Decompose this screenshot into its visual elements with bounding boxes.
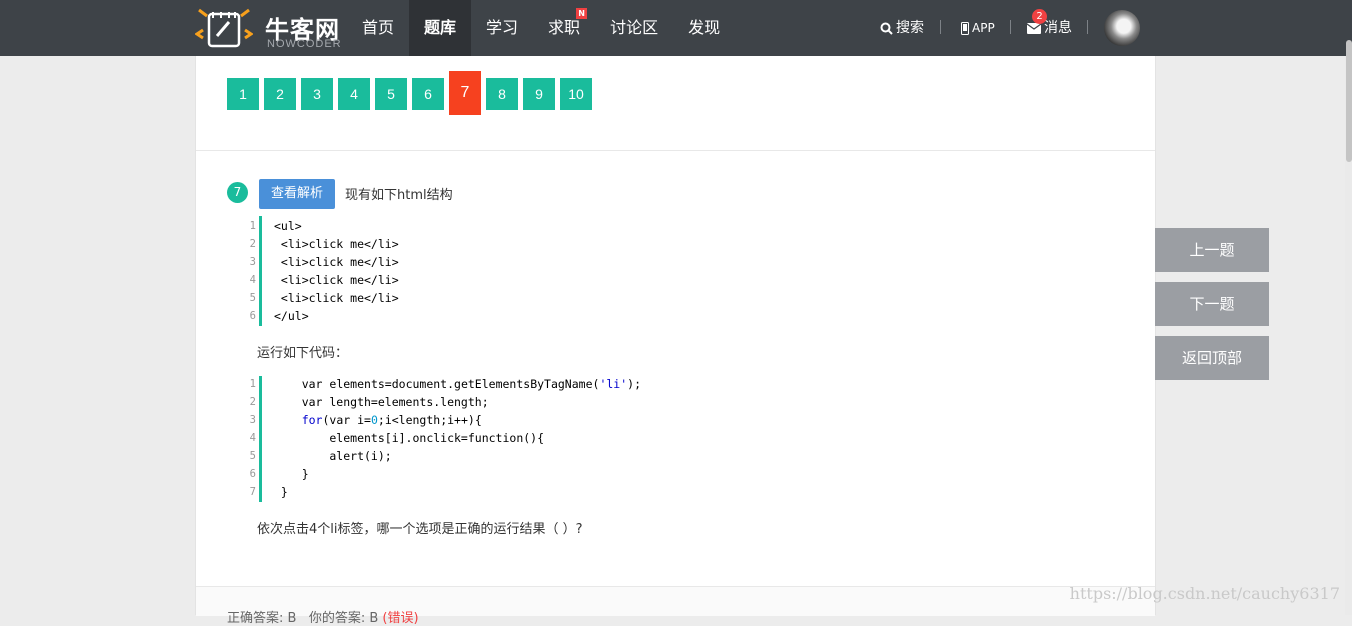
next-question-button[interactable]: 下一题: [1155, 282, 1269, 326]
code-line: <li>click me</li>: [274, 237, 399, 251]
code-line: elements[i].onclick=function(){: [274, 431, 545, 445]
mail-icon: [1026, 22, 1042, 34]
line-number: 6: [249, 310, 256, 322]
new-badge: N: [576, 8, 588, 19]
scrollbar-thumb[interactable]: [1346, 40, 1352, 162]
logo-icon: [195, 8, 253, 48]
page-10-button[interactable]: 10: [560, 78, 592, 110]
page-4-button[interactable]: 4: [338, 78, 370, 110]
nav-discover[interactable]: 发现: [673, 0, 735, 56]
section-divider: [196, 150, 1155, 151]
nav-home[interactable]: 首页: [347, 0, 409, 56]
line-number: 3: [249, 256, 256, 268]
main-nav: 首页 题库 学习 求职 N 讨论区 发现: [347, 0, 735, 56]
line-number: 4: [249, 432, 256, 444]
nav-question-bank[interactable]: 题库: [409, 0, 472, 56]
answer-strip: 正确答案: B 你的答案: B (错误): [196, 586, 1155, 626]
code-line: <li>click me</li>: [274, 291, 399, 305]
code-line: }: [274, 467, 309, 481]
code-line: </ul>: [274, 309, 309, 323]
line-number: 6: [249, 468, 256, 480]
js-code-block: 1 var elements=document.getElementsByTag…: [250, 376, 641, 502]
view-analysis-button[interactable]: 查看解析: [259, 179, 335, 209]
line-number: 2: [249, 396, 256, 408]
your-answer: 你的答案: B: [308, 611, 379, 626]
nav-discussion[interactable]: 讨论区: [595, 0, 673, 56]
code-line: alert(i);: [274, 449, 392, 463]
divider: [1010, 20, 1011, 34]
line-number: 3: [249, 414, 256, 426]
answer-summary: 正确答案: B 你的答案: B (错误): [227, 607, 419, 626]
top-navbar: 牛客网 NOWCODER 首页 题库 学习 求职 N 讨论区 发现 搜索 APP …: [0, 0, 1352, 56]
code-line: var length=elements.length;: [274, 395, 489, 409]
code-line: }: [274, 485, 288, 499]
page-6-button[interactable]: 6: [412, 78, 444, 110]
code-line: <ul>: [274, 219, 302, 233]
logo-subtext: NOWCODER: [267, 38, 342, 50]
page-3-button[interactable]: 3: [301, 78, 333, 110]
search-icon: [880, 22, 893, 35]
question-card: 1 2 3 4 5 6 7 8 9 10 7 查看解析 现有如下html结构 1…: [195, 56, 1156, 626]
page-5-button[interactable]: 5: [375, 78, 407, 110]
answer-status: (错误): [382, 611, 419, 626]
correct-answer: 正确答案: B: [227, 611, 297, 626]
divider: [1087, 20, 1088, 34]
code-line: <li>click me</li>: [274, 255, 399, 269]
nav-learning[interactable]: 学习: [471, 0, 533, 56]
code-line: <li>click me</li>: [274, 273, 399, 287]
question-title: 现有如下html结构: [345, 188, 453, 203]
html-code-block: 1 <ul> 2 <li>click me</li> 3 <li>click m…: [250, 216, 399, 326]
line-number: 5: [249, 292, 256, 304]
phone-icon: [961, 22, 969, 35]
nav-jobs[interactable]: 求职 N: [533, 0, 595, 56]
question-number: 7: [227, 182, 248, 203]
app-link[interactable]: APP: [961, 0, 995, 56]
prev-question-button[interactable]: 上一题: [1155, 228, 1269, 272]
divider: [940, 20, 941, 34]
line-number: 1: [249, 220, 256, 232]
message-count-badge: 2: [1032, 9, 1047, 24]
page-9-button[interactable]: 9: [523, 78, 555, 110]
line-number: 1: [249, 378, 256, 390]
run-label: 运行如下代码：: [257, 346, 349, 361]
code-line: var elements=document.getElementsByTagNa…: [301, 377, 641, 391]
code-line: for(var i=0;i<length;i++){: [301, 413, 482, 427]
page-1-button[interactable]: 1: [227, 78, 259, 110]
question-prompt: 依次点击4个li标签，哪一个选项是正确的运行结果（ ）?: [257, 522, 583, 537]
user-avatar[interactable]: [1104, 10, 1140, 46]
line-number: 5: [249, 450, 256, 462]
line-number: 2: [249, 238, 256, 250]
page-2-button[interactable]: 2: [264, 78, 296, 110]
search-link[interactable]: 搜索: [880, 0, 924, 56]
line-number: 7: [249, 486, 256, 498]
page-7-button-current[interactable]: 7: [449, 71, 481, 115]
page-8-button[interactable]: 8: [486, 78, 518, 110]
watermark: https://blog.csdn.net/cauchy6317: [1069, 584, 1340, 603]
back-to-top-button[interactable]: 返回顶部: [1155, 336, 1269, 380]
line-number: 4: [249, 274, 256, 286]
messages-link[interactable]: 消息: [1026, 0, 1072, 56]
site-logo[interactable]: 牛客网 NOWCODER: [195, 4, 345, 54]
